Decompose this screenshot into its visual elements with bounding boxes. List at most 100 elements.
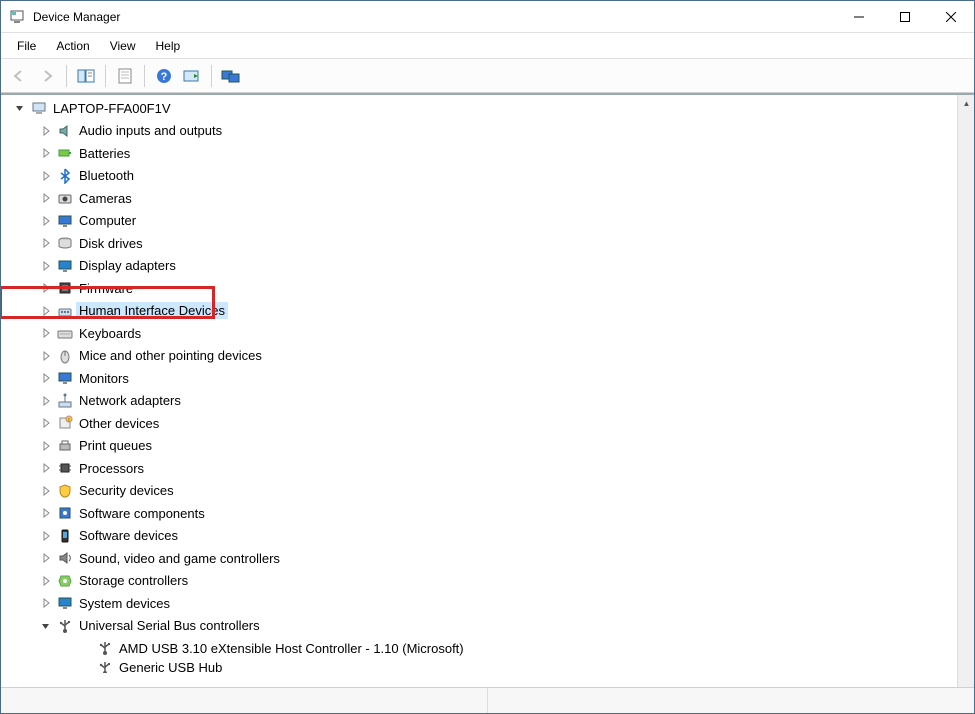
nav-back-button[interactable] (7, 64, 31, 88)
tree-node[interactable]: LAPTOP-FFA00F1V (1, 97, 957, 120)
expander-none (79, 641, 93, 655)
tree-node-label: Human Interface Devices (76, 302, 228, 319)
tree-node-label: Security devices (79, 483, 174, 498)
storage-icon (57, 573, 73, 589)
toolbar-separator (211, 65, 212, 87)
tree-node[interactable]: Software components (1, 502, 957, 525)
vertical-scrollbar[interactable]: ▲ (957, 95, 974, 687)
tree-node-label: AMD USB 3.10 eXtensible Host Controller … (119, 641, 464, 656)
battery-icon (57, 145, 73, 161)
expander-none (79, 660, 93, 673)
tree-node-label: System devices (79, 596, 170, 611)
tree-node[interactable]: Audio inputs and outputs (1, 120, 957, 143)
tree-node-label: Other devices (79, 416, 159, 431)
expander-closed-icon[interactable] (39, 304, 53, 318)
tree-node[interactable]: Security devices (1, 480, 957, 503)
tree-node[interactable]: Monitors (1, 367, 957, 390)
mouse-icon (57, 348, 73, 364)
menu-help[interactable]: Help (146, 35, 191, 57)
statusbar-cell (1, 688, 488, 713)
expander-open-icon[interactable] (39, 619, 53, 633)
tree-node-label: Bluetooth (79, 168, 134, 183)
expander-closed-icon[interactable] (39, 484, 53, 498)
minimize-button[interactable] (836, 1, 882, 33)
tree-node[interactable]: AMD USB 3.10 eXtensible Host Controller … (1, 637, 957, 660)
tree-node[interactable]: Print queues (1, 435, 957, 458)
expander-closed-icon[interactable] (39, 281, 53, 295)
tree-node[interactable]: Disk drives (1, 232, 957, 255)
statusbar-cell (488, 688, 974, 713)
tree-node[interactable]: System devices (1, 592, 957, 615)
help-button[interactable]: ? (152, 64, 176, 88)
expander-closed-icon[interactable] (39, 236, 53, 250)
scroll-up-arrow[interactable]: ▲ (958, 95, 975, 112)
tree-node[interactable]: Batteries (1, 142, 957, 165)
usb-icon (97, 640, 113, 656)
menu-view[interactable]: View (100, 35, 146, 57)
expander-closed-icon[interactable] (39, 416, 53, 430)
tree-node[interactable]: Universal Serial Bus controllers (1, 615, 957, 638)
close-button[interactable] (928, 1, 974, 33)
firmware-icon (57, 280, 73, 296)
toolbar-separator (66, 65, 67, 87)
expander-closed-icon[interactable] (39, 191, 53, 205)
maximize-button[interactable] (882, 1, 928, 33)
nav-forward-button[interactable] (35, 64, 59, 88)
security-icon (57, 483, 73, 499)
tree-node-label: Batteries (79, 146, 130, 161)
tree-node[interactable]: Computer (1, 210, 957, 233)
tree-node[interactable]: Bluetooth (1, 165, 957, 188)
expander-closed-icon[interactable] (39, 506, 53, 520)
tree-node[interactable]: Software devices (1, 525, 957, 548)
tree-node[interactable]: Network adapters (1, 390, 957, 413)
device-tree[interactable]: LAPTOP-FFA00F1V Audio inputs and outputs B… (1, 95, 957, 687)
tree-node[interactable]: Sound, video and game controllers (1, 547, 957, 570)
expander-closed-icon[interactable] (39, 574, 53, 588)
expander-closed-icon[interactable] (39, 551, 53, 565)
tree-node[interactable]: Keyboards (1, 322, 957, 345)
tree-node[interactable]: Display adapters (1, 255, 957, 278)
tree-node[interactable]: Cameras (1, 187, 957, 210)
menu-action[interactable]: Action (46, 35, 99, 57)
expander-closed-icon[interactable] (39, 124, 53, 138)
tree-node-label: Keyboards (79, 326, 141, 341)
display-icon (57, 258, 73, 274)
tree-node-label: Audio inputs and outputs (79, 123, 222, 138)
tree-node[interactable]: Storage controllers (1, 570, 957, 593)
software-dev-icon (57, 528, 73, 544)
network-icon (57, 393, 73, 409)
properties-button[interactable] (113, 64, 137, 88)
tree-node-label: Network adapters (79, 393, 181, 408)
bluetooth-icon (57, 168, 73, 184)
tree-node[interactable]: Human Interface Devices (1, 300, 957, 323)
expander-closed-icon[interactable] (39, 169, 53, 183)
expander-closed-icon[interactable] (39, 461, 53, 475)
tree-node[interactable]: Processors (1, 457, 957, 480)
expander-closed-icon[interactable] (39, 596, 53, 610)
expander-closed-icon[interactable] (39, 439, 53, 453)
content-area: LAPTOP-FFA00F1V Audio inputs and outputs B… (1, 93, 974, 687)
expander-closed-icon[interactable] (39, 349, 53, 363)
keyboard-icon (57, 325, 73, 341)
monitor-icon (57, 370, 73, 386)
expander-closed-icon[interactable] (39, 326, 53, 340)
tree-node[interactable]: Mice and other pointing devices (1, 345, 957, 368)
tree-node-label: Display adapters (79, 258, 176, 273)
expander-open-icon[interactable] (13, 101, 27, 115)
expander-closed-icon[interactable] (39, 529, 53, 543)
disk-icon (57, 235, 73, 251)
tree-node[interactable]: !Other devices (1, 412, 957, 435)
scan-hardware-button[interactable] (180, 64, 204, 88)
menu-file[interactable]: File (7, 35, 46, 57)
tree-node[interactable]: Generic USB Hub (1, 660, 957, 673)
tree-node[interactable]: Firmware (1, 277, 957, 300)
expander-closed-icon[interactable] (39, 146, 53, 160)
expander-closed-icon[interactable] (39, 214, 53, 228)
expander-closed-icon[interactable] (39, 394, 53, 408)
menubar: File Action View Help (1, 33, 974, 59)
expander-closed-icon[interactable] (39, 259, 53, 273)
tree-node-label: Computer (79, 213, 136, 228)
show-hide-console-button[interactable] (74, 64, 98, 88)
expander-closed-icon[interactable] (39, 371, 53, 385)
monitors-button[interactable] (219, 64, 243, 88)
